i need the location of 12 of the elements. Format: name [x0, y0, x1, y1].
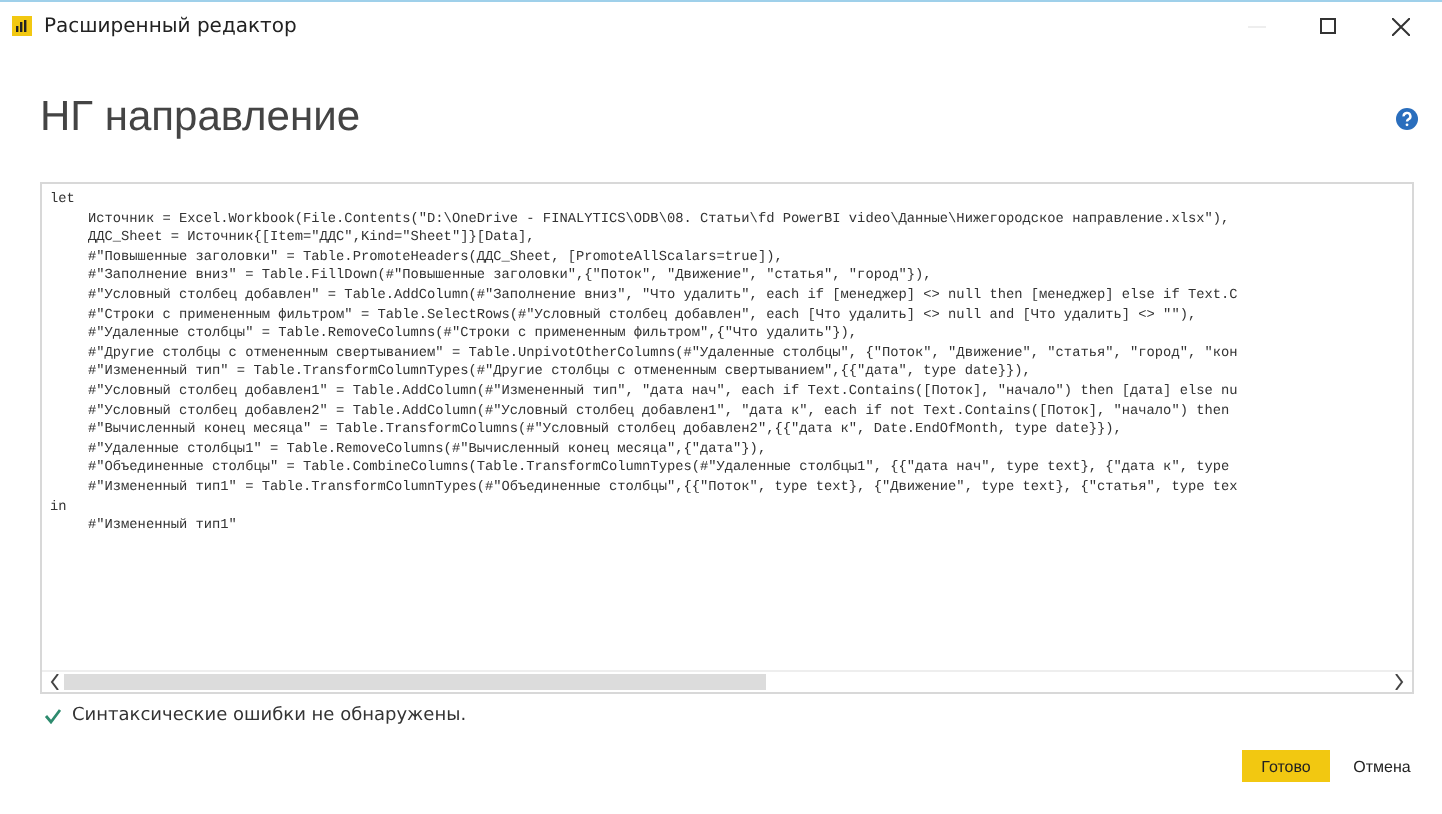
help-icon[interactable]: [1396, 107, 1418, 129]
done-button[interactable]: Готово: [1242, 750, 1330, 782]
window-title: Расширенный редактор: [44, 15, 299, 37]
scroll-right-icon[interactable]: [1394, 674, 1404, 690]
app-logo-icon: [12, 16, 32, 36]
close-icon: [1391, 17, 1409, 35]
scroll-left-icon[interactable]: [50, 674, 60, 690]
horizontal-scrollbar[interactable]: [42, 670, 1412, 692]
query-title: НГ направление: [40, 94, 360, 142]
code-editor[interactable]: [40, 182, 1414, 694]
maximize-icon: [1320, 18, 1336, 34]
syntax-status: Синтаксические ошибки не обнаружены.: [72, 706, 467, 726]
